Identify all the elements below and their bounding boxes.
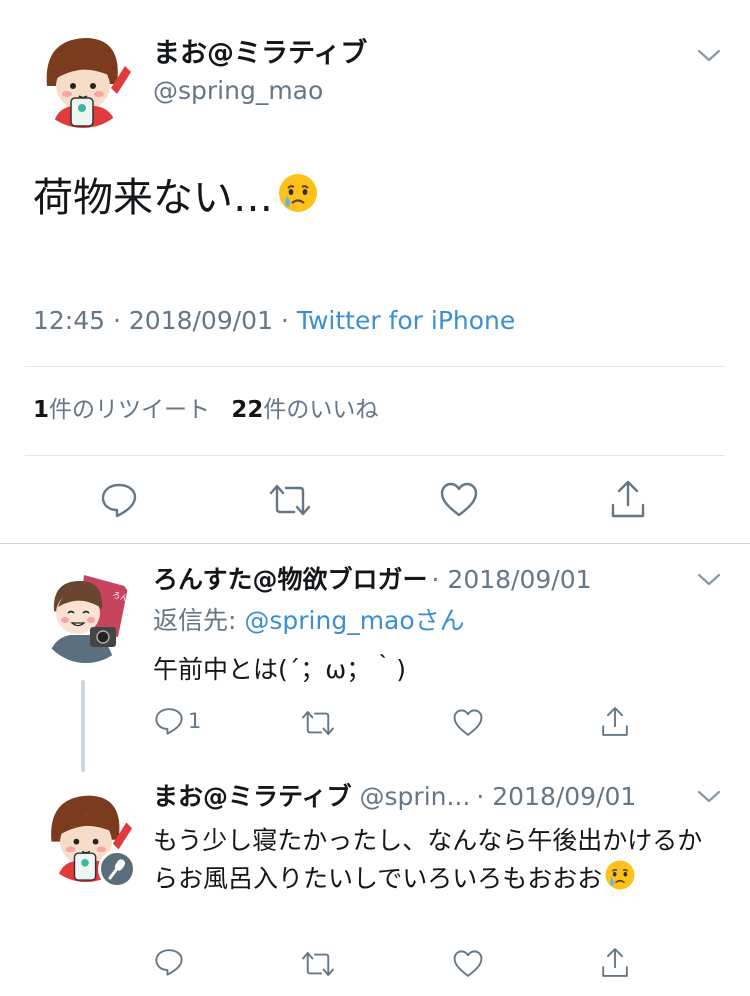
tweet-time[interactable]: 12:45 · 2018/09/01 · xyxy=(33,306,297,335)
author-display-name[interactable]: まお@ミラティブ xyxy=(153,38,367,70)
author-avatar[interactable] xyxy=(33,28,133,128)
like-count: 22 xyxy=(231,397,264,423)
reply-author-display-name[interactable]: ろんすた@物欲ブロガー xyxy=(153,565,428,594)
tweet-text-content: 荷物来ない… xyxy=(33,175,273,221)
section-divider xyxy=(0,543,750,544)
tweet-menu-chevron-icon[interactable] xyxy=(696,46,722,66)
reply-date[interactable]: · 2018/09/01 xyxy=(432,565,592,594)
crying-face-icon xyxy=(604,859,636,901)
share-icon[interactable] xyxy=(609,479,647,519)
reply-author-avatar[interactable]: ろんすた xyxy=(38,567,134,663)
retweet-icon[interactable] xyxy=(268,481,312,519)
divider xyxy=(25,455,725,456)
reply-to-label: 返信先: xyxy=(153,606,245,635)
reply-count: 1 xyxy=(188,709,202,733)
thread-menu-chevron-icon[interactable] xyxy=(696,787,722,807)
author-handle[interactable]: @spring_mao xyxy=(153,76,323,106)
share-icon[interactable] xyxy=(600,705,630,738)
reply-to-handle-link[interactable]: @spring_maoさん xyxy=(244,606,464,635)
tweet-timestamp: 12:45 · 2018/09/01 · Twitter for iPhone xyxy=(33,305,515,337)
reply-icon[interactable] xyxy=(154,947,184,979)
retweet-icon[interactable] xyxy=(300,949,336,979)
thread-header: まお@ミラティブ @sprin... · 2018/09/01 xyxy=(153,781,636,813)
reply-icon[interactable] xyxy=(100,481,138,519)
retweet-icon[interactable] xyxy=(300,708,336,738)
retweet-stat[interactable]: 1件のリツイート xyxy=(33,397,217,423)
share-icon[interactable] xyxy=(600,946,630,979)
reply-menu-chevron-icon[interactable] xyxy=(696,570,722,590)
retweet-label: 件のリツイート xyxy=(49,397,211,423)
reply-to-line: 返信先: @spring_maoさん xyxy=(153,605,465,637)
like-icon[interactable] xyxy=(452,949,484,979)
thread-text: もう少し寝たかったし、なんなら午後出かけるからお風呂入りたいしでいろいろもおおお xyxy=(153,822,723,901)
microphone-badge-icon xyxy=(98,850,136,888)
like-icon[interactable] xyxy=(452,708,484,738)
reply-thread-line xyxy=(81,680,85,772)
retweet-count: 1 xyxy=(33,397,50,423)
reply-text: 午前中とは(´；ω；｀) xyxy=(153,655,406,684)
thread-author-handle[interactable]: @sprin... xyxy=(360,782,471,811)
thread-date[interactable]: · 2018/09/01 xyxy=(476,782,636,811)
like-label: 件のいいね xyxy=(263,397,379,423)
crying-face-icon xyxy=(277,172,319,229)
like-stat[interactable]: 22件のいいね xyxy=(231,397,378,423)
reply-reply-button[interactable]: 1 xyxy=(154,706,214,738)
tweet-stats: 1件のリツイート 22件のいいね xyxy=(33,394,378,426)
reply-header: ろんすた@物欲ブロガー · 2018/09/01 xyxy=(153,564,592,596)
divider xyxy=(25,366,725,367)
tweet-source-link[interactable]: Twitter for iPhone xyxy=(297,306,515,335)
like-icon[interactable] xyxy=(439,481,479,519)
tweet-text: 荷物来ない… xyxy=(33,170,319,229)
thread-author-display-name[interactable]: まお@ミラティブ xyxy=(153,782,352,811)
